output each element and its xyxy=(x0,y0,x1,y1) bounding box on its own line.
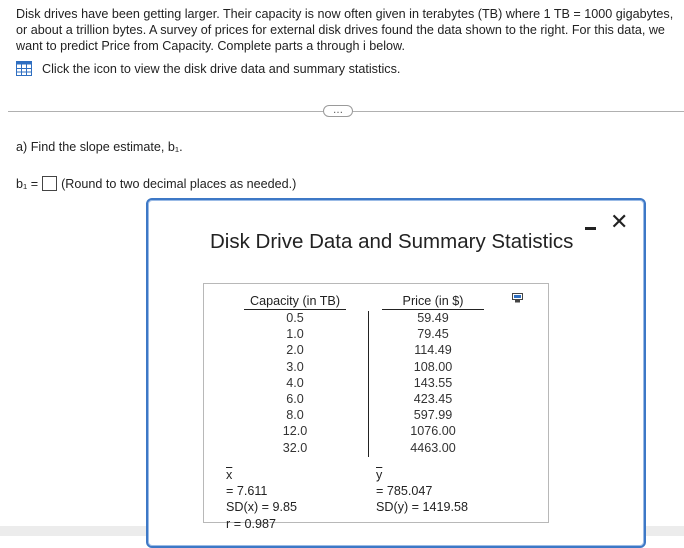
y-sd: SD(y) = 1419.58 xyxy=(376,500,469,515)
problem-intro-text: Disk drives have been getting larger. Th… xyxy=(16,7,674,53)
table-cell: 143.55 xyxy=(413,375,453,390)
price-column: Price (in $) 59.49 79.45 114.49 108.00 1… xyxy=(382,294,484,456)
data-link-text[interactable]: Click the icon to view the disk drive da… xyxy=(42,62,400,76)
table-cell: 8.0 xyxy=(286,408,304,423)
table-cell: 1.0 xyxy=(286,327,304,342)
table-cell: 114.49 xyxy=(414,343,452,358)
copy-icon[interactable] xyxy=(512,293,523,303)
table-cell: 3.0 xyxy=(286,359,304,374)
dialog-title: Disk Drive Data and Summary Statistics xyxy=(210,230,574,253)
table-cell: 4463.00 xyxy=(410,440,456,455)
data-link-row[interactable]: Click the icon to view the disk drive da… xyxy=(16,61,400,76)
table-cell: 59.49 xyxy=(417,311,449,325)
column-divider xyxy=(368,311,369,457)
y-bar-symbol: y xyxy=(376,468,383,482)
table-cell: 0.5 xyxy=(286,311,304,325)
table-cell: 6.0 xyxy=(286,391,304,406)
table-cell: 2.0 xyxy=(286,343,304,358)
table-cell: 597.99 xyxy=(413,408,453,423)
capacity-header: Capacity (in TB) xyxy=(244,294,346,310)
table-cell: 1076.00 xyxy=(410,424,456,439)
close-button[interactable]: ✕ xyxy=(610,212,628,234)
data-dialog: Disk Drive Data and Summary Statistics ✕… xyxy=(146,198,646,548)
data-table: Capacity (in TB) 0.5 1.0 2.0 3.0 4.0 6.0… xyxy=(203,283,549,531)
capacity-column: Capacity (in TB) 0.5 1.0 2.0 3.0 4.0 6.0… xyxy=(244,294,346,456)
slope-answer-input[interactable] xyxy=(42,176,58,191)
y-mean-value: = 785.047 xyxy=(376,484,433,499)
price-header: Price (in $) xyxy=(382,294,484,310)
part-a-question: a) Find the slope estimate, b₁. xyxy=(16,140,183,154)
table-icon[interactable] xyxy=(16,61,32,76)
answer-row: b₁ = (Round to two decimal places as nee… xyxy=(16,176,296,191)
answer-hint: (Round to two decimal places as needed.) xyxy=(61,176,297,191)
answer-label: b₁ = xyxy=(16,176,39,191)
table-cell: 4.0 xyxy=(286,375,304,390)
correlation: r = 0.987 xyxy=(226,516,277,531)
table-cell: 423.45 xyxy=(413,391,453,406)
y-summary-stats: y = 785.047 SD(y) = 1419.58 xyxy=(376,467,468,516)
expand-more-button[interactable]: … xyxy=(323,105,353,117)
minimize-button[interactable] xyxy=(584,218,598,232)
table-cell: 12.0 xyxy=(282,424,308,439)
table-cell: 79.45 xyxy=(417,327,449,342)
x-bar-symbol: x xyxy=(226,468,233,482)
x-mean-value: = 7.611 xyxy=(226,484,268,499)
y-mean: y = 785.047 xyxy=(376,467,468,499)
x-mean: x = 7.611 xyxy=(226,467,297,499)
x-summary-stats: x = 7.611 SD(x) = 9.85 r = 0.987 xyxy=(226,467,297,532)
x-sd: SD(x) = 9.85 xyxy=(226,500,298,515)
table-cell: 108.00 xyxy=(413,359,453,374)
table-cell: 32.0 xyxy=(282,440,308,455)
